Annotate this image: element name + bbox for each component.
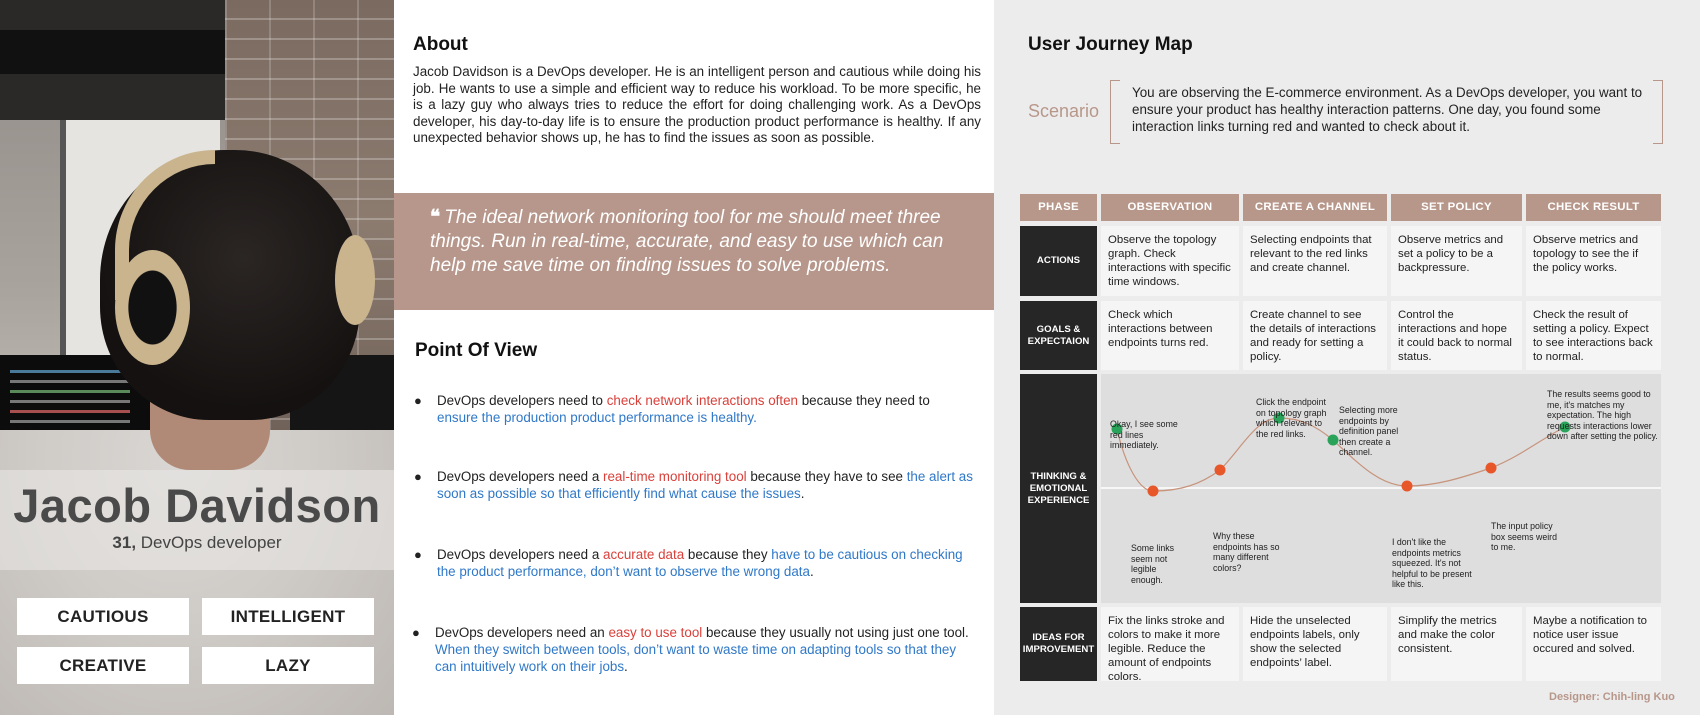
photo-code-lines [10, 370, 130, 373]
pov-text: because they have to see [746, 469, 907, 484]
emotion-point-negative [1147, 485, 1159, 497]
scenario-label: Scenario [1028, 101, 1100, 121]
pov-insight: When they switch between tools, don’t wa… [435, 642, 957, 674]
quote-text: ❝ The ideal network monitoring tool for m… [430, 206, 950, 278]
pov-item: ● DevOps developers need an easy to use … [412, 624, 974, 675]
action-cell: Selecting endpoints that relevant to the… [1243, 226, 1387, 296]
idea-cell: Hide the unselected endpoints labels, on… [1243, 607, 1387, 681]
emotion-point-negative [1401, 480, 1413, 492]
pov-title: Point Of View [415, 340, 538, 361]
pov-text: . [624, 659, 628, 674]
pov-text: DevOps developers need a [437, 547, 603, 562]
persona-name: Jacob Davidson [13, 479, 381, 532]
emotion-note: Some links seem not legible enough. [1131, 543, 1175, 585]
phase-set-policy: SET POLICY [1391, 194, 1522, 221]
action-cell: Observe metrics and set a policy to be a… [1391, 226, 1522, 296]
persona-role: DevOps developer [140, 533, 282, 552]
pov-need: real-time monitoring tool [603, 469, 747, 484]
phase-check-result: CHECK RESULT [1526, 194, 1661, 221]
row-label-goals: GOALS & EXPECTAION [1020, 301, 1097, 370]
pov-text: . [800, 486, 805, 501]
pov-item: ● DevOps developers need to check networ… [414, 392, 974, 426]
about-title: About [413, 34, 468, 55]
emotion-note: The input policy box seems weird to me. [1491, 521, 1558, 552]
about-body: Jacob Davidson is a DevOps developer. He… [413, 64, 981, 145]
journey-title: User Journey Map [1028, 34, 1193, 55]
bracket-right [1653, 80, 1663, 144]
bullet-icon: ● [412, 625, 420, 640]
pov-insight: ensure the production product performanc… [437, 410, 757, 425]
idea-cell: Simplify the metrics and make the color … [1391, 607, 1522, 681]
pov-text: . [809, 564, 814, 579]
scenario-text: You are observing the E-commerce environ… [1132, 85, 1643, 134]
quote-box: ❝ The ideal network monitoring tool for m… [394, 193, 994, 310]
goal-cell: Check the result of setting a policy. Ex… [1526, 301, 1661, 370]
emotion-note: I don't like the endpoints metrics squee… [1392, 537, 1472, 589]
pov-text: DevOps developers need a [437, 469, 603, 484]
pov-text: DevOps developers need an [435, 625, 609, 640]
bullet-icon: ● [414, 393, 422, 408]
pov-text: because they usually not using just one … [702, 625, 969, 640]
phase-observation: OBSERVATION [1101, 194, 1239, 221]
emotion-note: Selecting more endpoints by definition p… [1339, 405, 1399, 457]
goal-cell: Control the interactions and hope it cou… [1391, 301, 1522, 370]
row-label-ideas: IDEAS FOR IMPROVEMENT [1020, 607, 1097, 681]
action-cell: Observe the topology graph. Check intera… [1101, 226, 1239, 296]
pov-need: accurate data [603, 547, 685, 562]
emotion-note: Click the endpoint on topology graph whi… [1256, 397, 1327, 439]
user-journey-map: User Journey Map Scenario You are observ… [994, 0, 1700, 715]
quote-icon: ❝ [430, 207, 441, 228]
emotion-point-negative [1485, 462, 1497, 474]
row-label-thinking: THINKING & EMOTIONAL EXPERIENCE [1020, 374, 1097, 603]
trait-badge: CREATIVE [17, 647, 189, 684]
pov-text: DevOps developers need to [437, 393, 607, 408]
persona-age: 31, [112, 533, 137, 552]
designer-credit: Designer: Chih-ling Kuo [1549, 691, 1675, 703]
emotion-note: Okay, I see some red lines immediately. [1110, 419, 1178, 450]
action-cell: Observe metrics and topology to see the … [1526, 226, 1661, 296]
idea-cell: Fix the links stroke and colors to make … [1101, 607, 1239, 683]
headphone-earcup [115, 250, 190, 365]
persona-photo: Jacob Davidson 31, DevOps developer CAUT… [0, 0, 394, 715]
persona-details: About Jacob Davidson is a DevOps develop… [394, 0, 994, 715]
goal-cell: Create channel to see the details of int… [1243, 301, 1387, 370]
trait-badge: CAUTIOUS [17, 598, 189, 635]
pov-text: because they [684, 547, 772, 562]
trait-badge: LAZY [202, 647, 374, 684]
emotion-note: Why these endpoints has so many differen… [1213, 531, 1280, 573]
quote-body: The ideal network monitoring tool for me… [430, 207, 944, 276]
pov-item: ● DevOps developers need a accurate data… [414, 546, 974, 580]
headphone-earcup-right [335, 235, 375, 325]
photo-beam [0, 30, 230, 74]
persona-subtitle: 31, DevOps developer [0, 533, 394, 553]
bullet-icon: ● [414, 469, 422, 484]
phase-header: PHASE [1020, 194, 1097, 221]
emotion-note: The results seems good to me, it's match… [1547, 389, 1658, 441]
idea-cell: Maybe a notification to notice user issu… [1526, 607, 1661, 681]
emotion-point-negative [1214, 464, 1226, 476]
bracket-left [1110, 80, 1120, 144]
trait-badge: INTELLIGENT [202, 598, 374, 635]
pov-need: easy to use tool [608, 625, 703, 640]
bullet-icon: ● [414, 547, 422, 562]
phase-create-channel: CREATE A CHANNEL [1243, 194, 1387, 221]
goal-cell: Check which interactions between endpoin… [1101, 301, 1239, 370]
pov-need: check network interactions often [606, 393, 799, 408]
pov-item: ● DevOps developers need a real-time mon… [414, 468, 974, 502]
row-label-actions: ACTIONS [1020, 226, 1097, 296]
pov-text: because they need to [798, 393, 930, 408]
